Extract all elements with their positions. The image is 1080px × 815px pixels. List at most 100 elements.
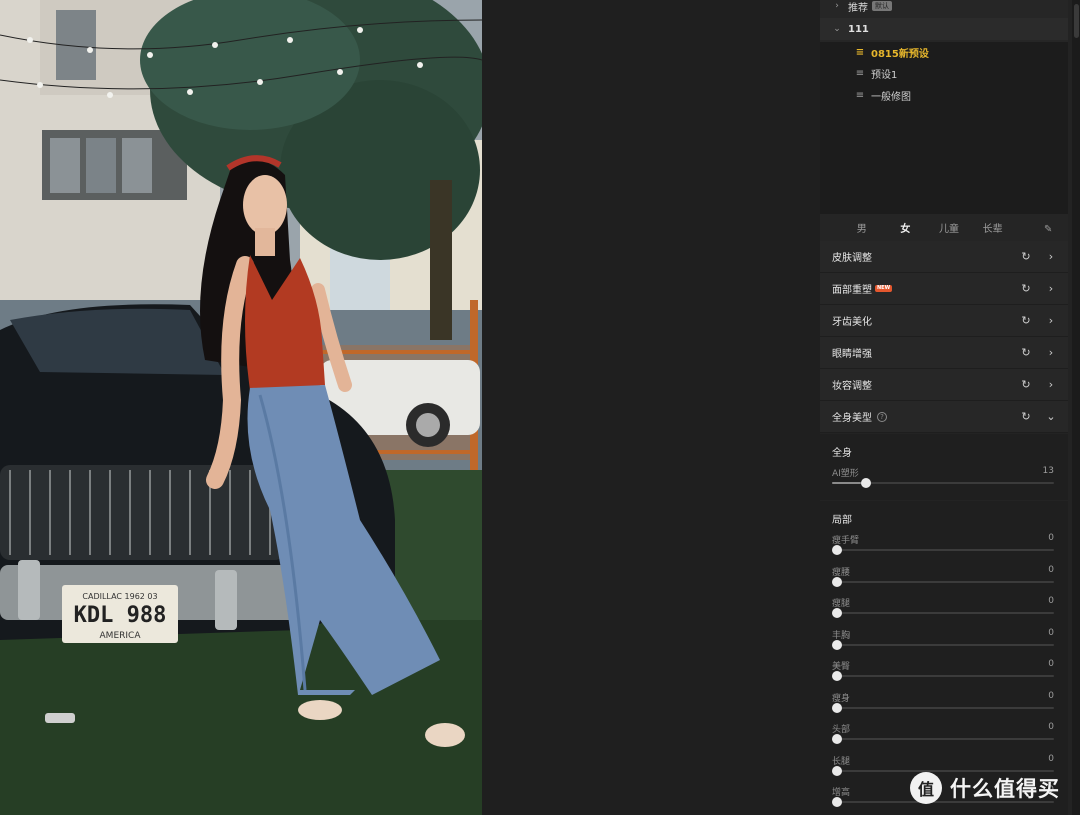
adjustment-label: 妆容调整 [832, 381, 872, 392]
slider-value: 0 [1048, 722, 1054, 732]
slider-label: AI塑形 [832, 469, 859, 479]
slider-knob[interactable] [832, 608, 842, 618]
preset-label: 预设1 [871, 70, 898, 81]
slider-track[interactable] [832, 643, 1054, 646]
slider-control[interactable]: AI塑形 13 [832, 466, 1054, 494]
slider-knob[interactable] [860, 478, 871, 488]
watermark-text: 什么值得买 [950, 777, 1060, 801]
slider-control[interactable]: 头部 0 [832, 722, 1054, 750]
reset-icon[interactable]: ↻ [1020, 250, 1032, 263]
preset-list-icon: ≡ [855, 47, 865, 58]
watermark-logo: 值 [910, 772, 942, 804]
slider-value: 13 [1042, 466, 1054, 476]
preset-item[interactable]: ≡ 一般修图 [820, 85, 1068, 106]
slider-value: 0 [1048, 690, 1054, 701]
adjustment-label: 面部重塑 [832, 285, 872, 296]
help-icon[interactable]: ? [877, 411, 887, 422]
adjustment-label-wrap: 妆容调整 [832, 377, 1020, 392]
adjustment-row[interactable]: 皮肤调整 ↻ › [820, 241, 1068, 273]
folder-label: 推荐 [848, 2, 868, 14]
adjustment-row[interactable]: 牙齿美化 ↻ › [820, 305, 1068, 337]
reset-icon[interactable]: ↻ [1020, 410, 1032, 423]
chevron-down-icon: ⌄ [833, 24, 841, 34]
slider-track[interactable] [832, 706, 1054, 709]
preset-item[interactable]: ≡ 预设1 [820, 63, 1068, 84]
slider-label: 头部 [832, 725, 851, 735]
plate-top-text: CADILLAC 1962 03 [82, 592, 157, 601]
preset-tree: › 推荐 默认 ⌄ 111 ≡ 0815新预设 ≡ 预设1 ≡ 一般修图 [820, 0, 1068, 214]
slider-label: 长腿 [832, 756, 851, 767]
preset-label: 0815新预设 [871, 49, 929, 60]
adjustment-row[interactable]: 妆容调整 ↻ › [820, 369, 1068, 401]
slider-label: 美臀 [832, 662, 851, 672]
chevron-right-icon[interactable]: › [1046, 378, 1056, 391]
adjustment-row[interactable]: 全身美型? ↻ ⌄ [820, 401, 1068, 433]
slider-knob[interactable] [832, 671, 842, 681]
slider-track[interactable] [832, 675, 1054, 677]
slider-label: 瘦腰 [832, 567, 851, 578]
tree-folder-recommend[interactable]: › 推荐 默认 [820, 0, 1068, 17]
slider-knob[interactable] [832, 545, 842, 555]
slider-knob[interactable] [832, 734, 842, 744]
adjustment-label-wrap: 牙齿美化 [832, 313, 1020, 328]
slider-control[interactable]: 瘦腰 0 [832, 565, 1054, 593]
slider-label: 增高 [832, 788, 851, 798]
chevron-right-icon[interactable]: › [1046, 282, 1056, 295]
adjustment-label-wrap: 眼睛增强 [832, 345, 1020, 360]
adjustment-label: 全身美型 [832, 413, 872, 424]
panel-scrollbar[interactable] [1072, 0, 1080, 815]
reset-icon[interactable]: ↻ [1020, 378, 1032, 391]
section-title: 局部 [832, 515, 852, 526]
adjustment-row[interactable]: 面部重塑 NEW ↻ › [820, 273, 1068, 305]
slider-control[interactable]: 丰胸 0 [832, 628, 1054, 656]
plate-main-text: KDL 988 [74, 603, 167, 628]
chevron-right-icon[interactable]: › [1046, 314, 1056, 327]
slider-value: 0 [1048, 659, 1054, 669]
adjustment-label: 眼睛增强 [832, 349, 872, 360]
slider-value: 0 [1048, 753, 1054, 764]
chevron-down-icon[interactable]: ⌄ [1046, 410, 1056, 423]
slider-control[interactable]: 瘦腿 0 [832, 596, 1054, 624]
slider-value: 0 [1048, 596, 1054, 606]
preset-item[interactable]: ≡ 0815新预设 [820, 42, 1068, 63]
adjustment-label-wrap: 面部重塑 NEW [832, 281, 1020, 296]
slider-control[interactable]: 美臀 0 [832, 659, 1054, 687]
scrollbar-thumb[interactable] [1074, 4, 1079, 38]
slider-track[interactable] [832, 738, 1054, 740]
slider-track[interactable] [832, 580, 1054, 583]
slider-value: 0 [1048, 533, 1054, 543]
chevron-right-icon: › [835, 1, 839, 11]
slider-knob[interactable] [832, 576, 842, 587]
photo-preview[interactable]: CADILLAC 1962 03 KDL 988 AMERICA [0, 0, 482, 815]
plate-bottom-text: AMERICA [100, 631, 142, 641]
tree-folder-111[interactable]: ⌄ 111 [820, 18, 1068, 40]
slider-value: 0 [1048, 627, 1054, 638]
reset-icon[interactable]: ↻ [1020, 314, 1032, 327]
body-local-section: 局部 瘦手臂 0 瘦腰 0 瘦腿 0 丰胸 0 美臀 0 瘦身 0 头部 0 长腿 0 增高 0 [820, 501, 1068, 815]
slider-knob[interactable] [832, 639, 842, 650]
section-title: 全身 [832, 448, 852, 459]
slider-knob[interactable] [832, 797, 842, 807]
canvas-background [482, 0, 820, 815]
preset-label: 一般修图 [871, 92, 911, 103]
adjustment-panel: › 推荐 默认 ⌄ 111 ≡ 0815新预设 ≡ 预设1 ≡ 一般修图 男女儿童 长辈 ✎ … [820, 0, 1080, 815]
slider-knob[interactable] [832, 702, 842, 713]
chevron-right-icon[interactable]: › [1046, 346, 1056, 359]
slider-knob[interactable] [832, 765, 842, 776]
reset-icon[interactable]: ↻ [1020, 282, 1032, 295]
chevron-right-icon[interactable]: › [1046, 250, 1056, 263]
slider-control[interactable]: 瘦身 0 [832, 691, 1054, 719]
adjustment-row[interactable]: 眼睛增强 ↻ › [820, 337, 1068, 369]
reset-icon[interactable]: ↻ [1020, 346, 1032, 359]
slider-track[interactable] [832, 549, 1054, 551]
watermark: 值 什么值得买 [910, 771, 1060, 805]
new-badge: NEW [875, 285, 893, 292]
folder-label: 111 [848, 23, 869, 35]
adjustment-label: 皮肤调整 [832, 253, 872, 264]
slider-value: 0 [1048, 564, 1054, 575]
slider-label: 瘦身 [832, 693, 851, 704]
slider-control[interactable]: 瘦手臂 0 [832, 533, 1054, 561]
slider-track[interactable] [832, 612, 1054, 614]
preset-list-icon: ≡ [855, 90, 865, 101]
adjustment-label-wrap: 全身美型? [832, 409, 1020, 424]
